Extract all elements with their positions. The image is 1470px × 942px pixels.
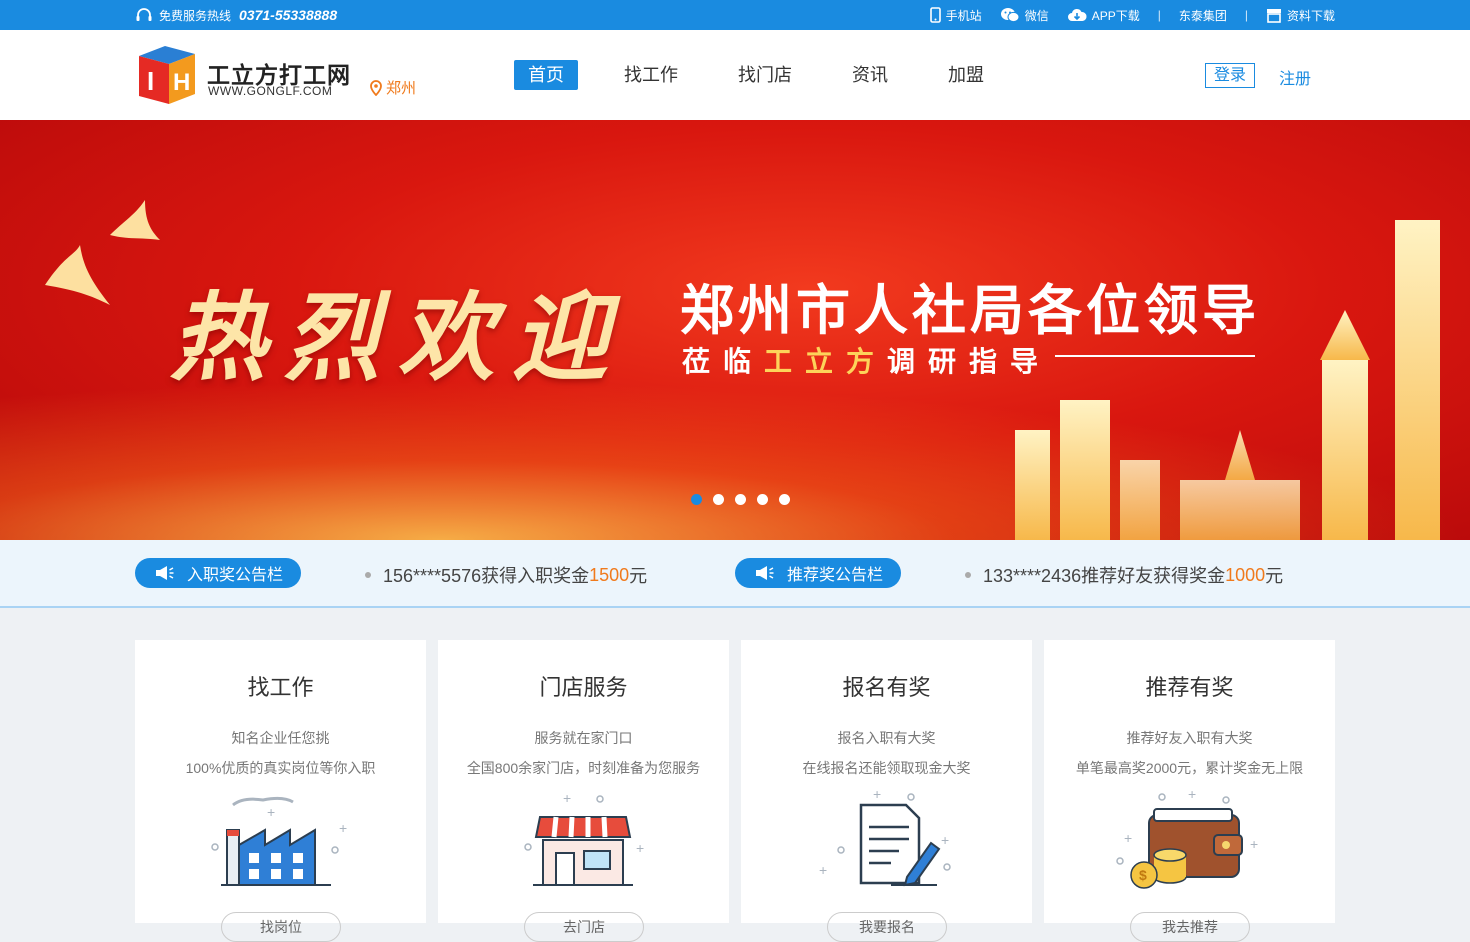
referral-bonus-message[interactable]: 133****2436推荐好友获得奖金1000元 <box>965 562 1283 588</box>
register-link[interactable]: 注册 <box>1279 65 1311 89</box>
hotline-label: 免费服务热线 <box>159 7 231 24</box>
card-desc: 全国800余家门店，时刻准备为您服务 <box>438 758 729 778</box>
svg-text:+: + <box>873 786 881 802</box>
carousel-dot[interactable] <box>691 494 702 505</box>
carousel-dot[interactable] <box>779 494 790 505</box>
card-signup-reward[interactable]: 报名有奖 报名入职有大奖 在线报名还能领取现金大奖 +++ 我要报名 <box>741 640 1032 923</box>
doves-image <box>35 195 185 345</box>
cloud-download-icon <box>1067 8 1087 22</box>
svg-text:+: + <box>563 790 571 806</box>
headset-icon <box>135 7 153 23</box>
card-button[interactable]: 我要报名 <box>827 912 947 942</box>
city-name: 郑州 <box>386 77 416 98</box>
factory-icon: ++ <box>205 785 355 895</box>
carousel-dot[interactable] <box>713 494 724 505</box>
nav-news[interactable]: 资讯 <box>838 60 902 90</box>
store-icon <box>1266 8 1282 23</box>
store-icon: ++ <box>508 785 658 895</box>
card-title: 门店服务 <box>438 670 729 702</box>
svg-text:I: I <box>147 66 154 96</box>
login-button[interactable]: 登录 <box>1205 63 1255 88</box>
card-referral-reward[interactable]: 推荐有奖 推荐好友入职有大奖 单笔最高奖2000元，累计奖金无上限 $ +++ … <box>1044 640 1335 923</box>
card-desc: 知名企业任您挑 <box>135 728 426 748</box>
referral-bonus-board-button[interactable]: 推荐奖公告栏 <box>735 558 901 588</box>
banner-divider <box>1055 355 1255 357</box>
svg-text:+: + <box>636 840 644 856</box>
card-desc: 报名入职有大奖 <box>741 728 1032 748</box>
card-title: 报名有奖 <box>741 670 1032 702</box>
hero-banner[interactable]: 热烈欢迎 郑州市人社局各位领导 莅临 工立方 调研指导 <box>0 120 1470 540</box>
megaphone-icon <box>755 565 775 581</box>
hotline-number: 0371-55338888 <box>239 7 337 23</box>
hire-bonus-message[interactable]: 156****5576获得入职奖金1500元 <box>365 562 647 588</box>
logo[interactable]: I H 工立方打工网 WWW.GONGLF.COM <box>135 42 355 108</box>
card-desc: 在线报名还能领取现金大奖 <box>741 758 1032 778</box>
card-store-service[interactable]: 门店服务 服务就在家门口 全国800余家门店，时刻准备为您服务 ++ 去门店 <box>438 640 729 923</box>
separator: | <box>1245 8 1248 22</box>
dongtai-group-link[interactable]: 东泰集团 <box>1179 7 1227 24</box>
svg-text:+: + <box>1124 830 1132 846</box>
card-button[interactable]: 找岗位 <box>221 912 341 942</box>
header: I H 工立方打工网 WWW.GONGLF.COM 郑州 首页 找工作 找门店 … <box>0 30 1470 120</box>
phone-icon <box>930 7 941 23</box>
svg-text:+: + <box>819 862 827 878</box>
card-desc: 推荐好友入职有大奖 <box>1044 728 1335 748</box>
svg-text:+: + <box>1250 836 1258 852</box>
card-desc: 100%优质的真实岗位等你入职 <box>135 758 426 778</box>
megaphone-icon <box>155 565 175 581</box>
banner-welcome: 热烈欢迎 <box>170 260 626 399</box>
nav-franchise[interactable]: 加盟 <box>934 60 998 90</box>
svg-text:$: $ <box>1139 867 1147 883</box>
logo-url: WWW.GONGLF.COM <box>208 84 332 98</box>
main-nav: 首页 找工作 找门店 资讯 加盟 <box>514 60 1030 90</box>
card-find-job[interactable]: 找工作 知名企业任您挑 100%优质的真实岗位等你入职 ++ 找岗位 <box>135 640 426 923</box>
card-title: 找工作 <box>135 670 426 702</box>
banner-title: 郑州市人社局各位领导 <box>680 266 1260 345</box>
city-skyline-image <box>1000 210 1470 540</box>
card-desc: 单笔最高奖2000元，累计奖金无上限 <box>1044 758 1335 778</box>
wechat-icon <box>1000 7 1020 23</box>
svg-text:+: + <box>267 804 275 820</box>
city-selector[interactable]: 郑州 <box>370 77 416 98</box>
wechat-link[interactable]: 微信 <box>1000 7 1049 24</box>
carousel-dots <box>691 494 801 505</box>
hire-bonus-board-button[interactable]: 入职奖公告栏 <box>135 558 301 588</box>
banner-subtitle: 莅临 工立方 调研指导 <box>682 340 1051 380</box>
card-button[interactable]: 我去推荐 <box>1130 912 1250 942</box>
top-links: 手机站 微信 APP下载 | 东泰集团 | 资料下载 <box>912 0 1335 30</box>
card-button[interactable]: 去门店 <box>524 912 644 942</box>
bullet <box>365 572 371 578</box>
top-bar: 免费服务热线 0371-55338888 手机站 微信 APP下载 | 东泰集团… <box>0 0 1470 30</box>
card-title: 推荐有奖 <box>1044 670 1335 702</box>
app-download-link[interactable]: APP下载 <box>1067 7 1140 24</box>
nav-home[interactable]: 首页 <box>514 60 578 90</box>
materials-download-link[interactable]: 资料下载 <box>1266 7 1335 24</box>
hotline: 免费服务热线 0371-55338888 <box>135 0 337 30</box>
carousel-dot[interactable] <box>735 494 746 505</box>
svg-text:+: + <box>339 820 347 836</box>
svg-text:+: + <box>1188 786 1196 802</box>
nav-find-job[interactable]: 找工作 <box>610 60 692 90</box>
carousel-dot[interactable] <box>757 494 768 505</box>
svg-text:H: H <box>173 69 190 96</box>
document-pen-icon: + + + <box>811 785 961 895</box>
wallet-icon: $ + + + <box>1114 785 1264 895</box>
svg-text:+: + <box>941 832 949 848</box>
separator: | <box>1158 8 1161 22</box>
location-pin-icon <box>370 80 382 96</box>
logo-cube-icon: I H <box>135 42 199 106</box>
nav-find-store[interactable]: 找门店 <box>724 60 806 90</box>
notice-bar: 入职奖公告栏 156****5576获得入职奖金1500元 推荐奖公告栏 133… <box>0 540 1470 608</box>
card-desc: 服务就在家门口 <box>438 728 729 748</box>
mobile-site-link[interactable]: 手机站 <box>930 7 982 24</box>
bullet <box>965 572 971 578</box>
